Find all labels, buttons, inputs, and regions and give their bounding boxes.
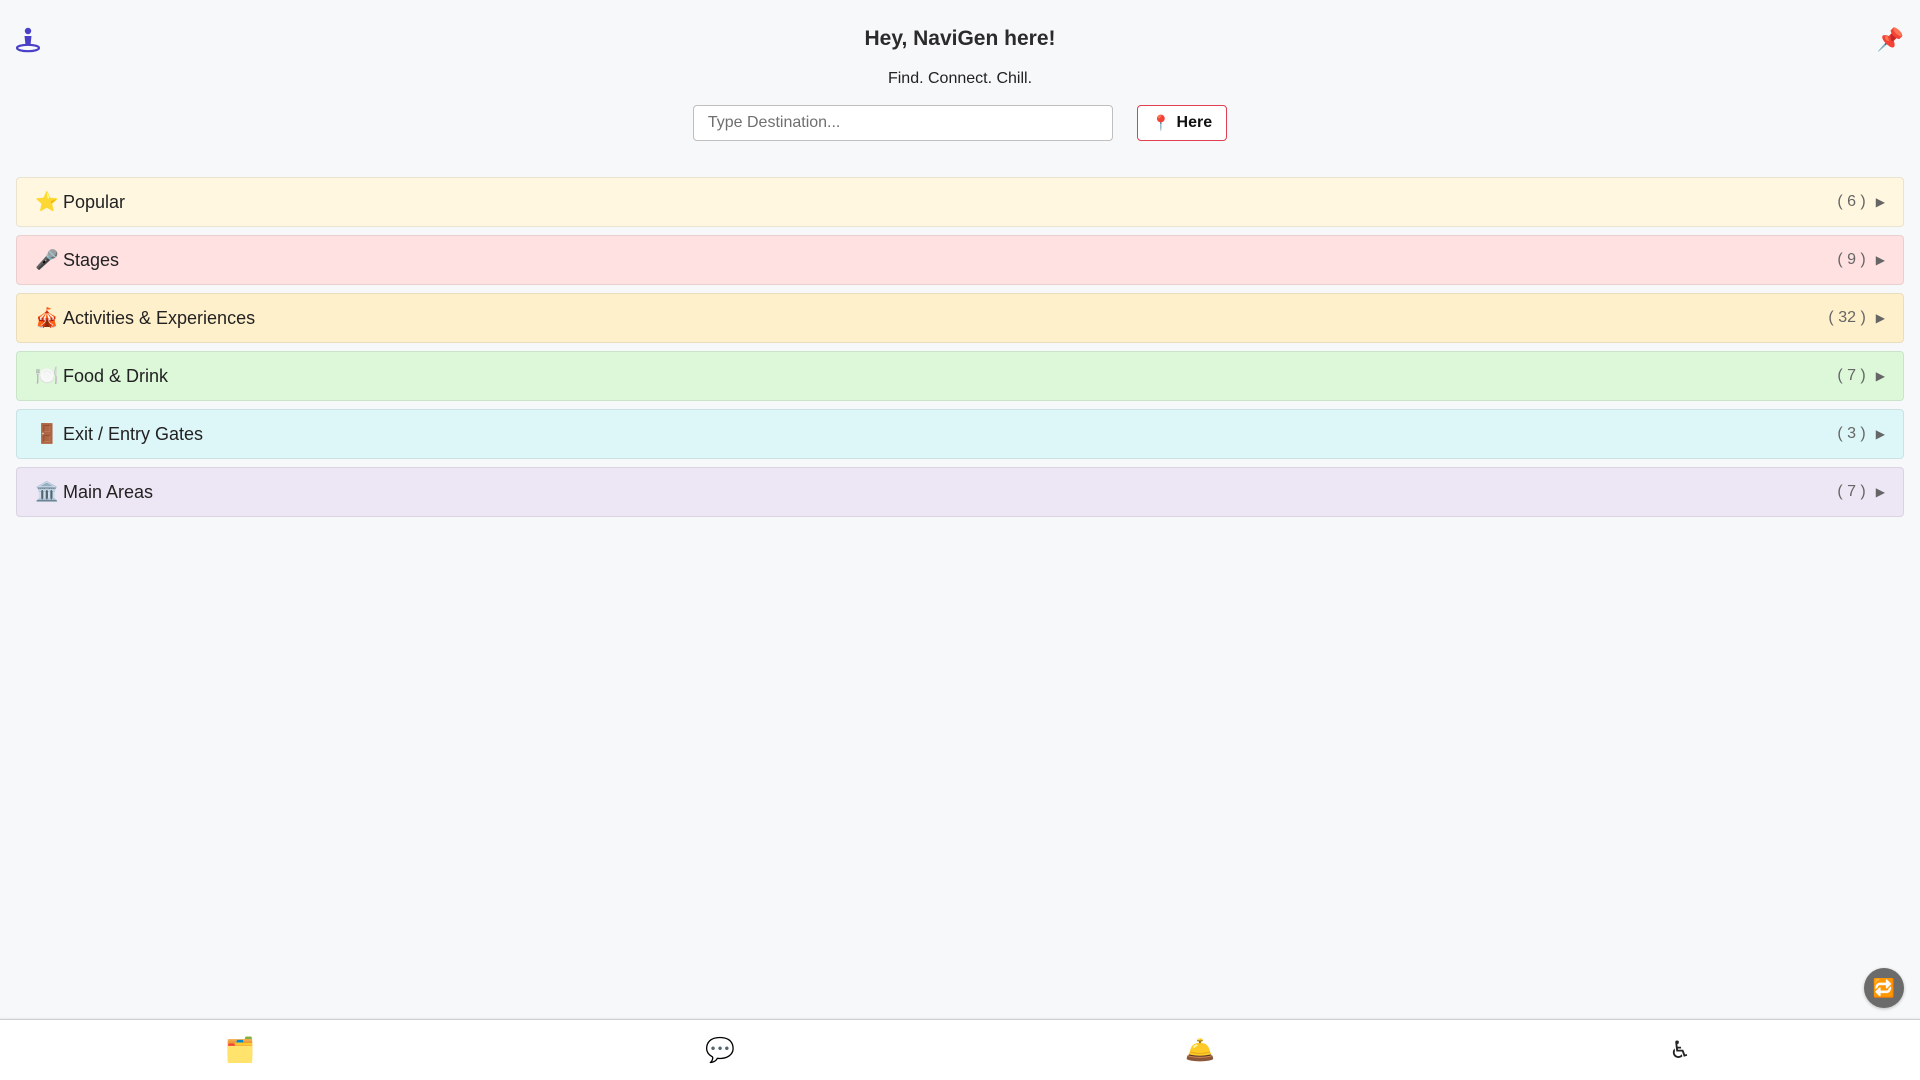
- category-title: ⭐ Popular: [35, 190, 125, 214]
- category-meta: ( 3 ) ▶: [1837, 425, 1885, 443]
- category-row-popular[interactable]: ⭐ Popular ( 6 ) ▶: [16, 177, 1904, 227]
- nav-accessibility-icon[interactable]: ♿: [1560, 1036, 1800, 1065]
- search-row: 📍 Here: [0, 105, 1920, 141]
- category-count: ( 9 ): [1837, 251, 1866, 268]
- category-count: ( 7 ): [1837, 367, 1866, 384]
- category-emoji-icon: 🍽️: [35, 366, 59, 387]
- category-label: Food & Drink: [63, 365, 169, 386]
- category-row-stages[interactable]: 🎤 Stages ( 9 ) ▶: [16, 235, 1904, 285]
- category-emoji-icon: ⭐: [35, 192, 59, 213]
- nav-bell-icon[interactable]: 🛎️: [1080, 1036, 1320, 1065]
- category-row-activities-experiences[interactable]: 🎪 Activities & Experiences ( 32 ) ▶: [16, 293, 1904, 343]
- nav-folders-icon[interactable]: 🗂️: [120, 1036, 360, 1065]
- category-row-exit-entry-gates[interactable]: 🚪 Exit / Entry Gates ( 3 ) ▶: [16, 409, 1904, 459]
- category-title: 🎪 Activities & Experiences: [35, 306, 255, 330]
- category-meta: ( 7 ) ▶: [1837, 367, 1885, 385]
- expand-arrow-icon: ▶: [1875, 369, 1885, 383]
- category-meta: ( 6 ) ▶: [1837, 193, 1885, 211]
- category-meta: ( 32 ) ▶: [1828, 309, 1885, 327]
- category-meta: ( 9 ) ▶: [1837, 251, 1885, 269]
- category-count: ( 3 ): [1837, 425, 1866, 442]
- category-title: 🏛️ Main Areas: [35, 480, 153, 504]
- refresh-button[interactable]: 🔁: [1864, 968, 1904, 1008]
- category-emoji-icon: 🎪: [35, 308, 59, 329]
- category-emoji-icon: 🏛️: [35, 482, 59, 503]
- category-emoji-icon: 🎤: [35, 250, 59, 271]
- category-row-food-drink[interactable]: 🍽️ Food & Drink ( 7 ) ▶: [16, 351, 1904, 401]
- location-pin-icon: 📍: [1151, 115, 1171, 132]
- category-count: ( 32 ): [1828, 309, 1866, 326]
- category-label: Exit / Entry Gates: [63, 423, 204, 444]
- expand-arrow-icon: ▶: [1875, 253, 1885, 267]
- category-label: Popular: [63, 191, 126, 212]
- category-label: Stages: [63, 249, 120, 270]
- category-count: ( 7 ): [1837, 483, 1866, 500]
- expand-arrow-icon: ▶: [1875, 311, 1885, 325]
- app: 📌 Hey, NaviGen here! Find. Connect. Chil…: [0, 0, 1920, 1080]
- category-emoji-icon: 🚪: [35, 424, 59, 445]
- expand-arrow-icon: ▶: [1875, 195, 1885, 209]
- category-title: 🍽️ Food & Drink: [35, 364, 168, 388]
- destination-input[interactable]: [692, 105, 1113, 141]
- here-button[interactable]: 📍 Here: [1136, 105, 1228, 141]
- expand-arrow-icon: ▶: [1875, 427, 1885, 441]
- category-label: Activities & Experiences: [63, 307, 256, 328]
- category-count: ( 6 ): [1837, 193, 1866, 210]
- category-label: Main Areas: [63, 481, 154, 502]
- page-title: Hey, NaviGen here!: [864, 27, 1056, 50]
- expand-arrow-icon: ▶: [1875, 485, 1885, 499]
- category-meta: ( 7 ) ▶: [1837, 483, 1885, 501]
- tagline: Find. Connect. Chill.: [887, 70, 1033, 87]
- category-title: 🚪 Exit / Entry Gates: [35, 422, 203, 446]
- category-list: ⭐ Popular( 6 ) ▶ 🎤 Stages( 9 ) ▶ 🎪 Activities &…: [16, 177, 1904, 517]
- bottom-nav: 🗂️ 💬 🛎️ ♿: [0, 1019, 1920, 1080]
- here-button-label: Here: [1176, 114, 1213, 131]
- category-title: 🎤 Stages: [35, 248, 119, 272]
- nav-chat-icon[interactable]: 💬: [600, 1036, 840, 1065]
- category-row-main-areas[interactable]: 🏛️ Main Areas ( 7 ) ▶: [16, 467, 1904, 517]
